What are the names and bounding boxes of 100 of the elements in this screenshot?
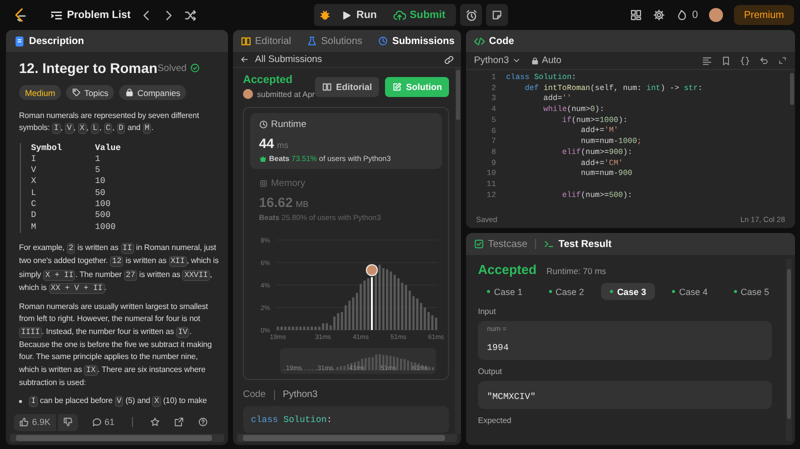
share-button[interactable] — [174, 417, 184, 427]
document-icon — [14, 36, 25, 46]
table-cell-text: 1000 — [95, 222, 117, 233]
lock-icon — [530, 56, 539, 64]
scrollbar[interactable] — [237, 434, 457, 442]
paragraph: For example, 2 is written as II in Roman numeral, just two one's added together. 12 is written as XII , which is simply X + II . The number 27 is written as XXVII , which is XX + V + II . — [19, 242, 219, 296]
editorial-button[interactable]: Editorial — [314, 76, 379, 96]
layout-icon[interactable] — [630, 9, 642, 21]
edit-icon — [392, 82, 402, 92]
result-status: Accepted — [478, 262, 537, 277]
case-tab[interactable]: Case 3 — [601, 283, 656, 300]
language-dropdown[interactable]: Python3 — [474, 55, 521, 66]
metric-unit: MB — [296, 199, 309, 209]
metric-label: Memory — [271, 178, 306, 189]
book-icon — [322, 82, 332, 92]
chevron-down-icon — [512, 56, 521, 65]
table-cell-text: M — [31, 222, 38, 233]
settings-icon[interactable] — [653, 9, 666, 21]
flask-icon — [307, 36, 318, 46]
list-item: I can be placed before V (5) and X (10) to make — [29, 395, 207, 409]
panel-tab[interactable]: Testcase — [474, 238, 528, 250]
expand-icon[interactable] — [778, 56, 787, 64]
histogram-bar — [435, 318, 438, 330]
timer-button[interactable] — [460, 4, 482, 26]
panel-tab[interactable]: Submissions — [378, 36, 455, 46]
back-arrow-icon — [240, 55, 249, 64]
case-tab[interactable]: Case 5 — [724, 283, 778, 300]
shuffle-button[interactable] — [184, 8, 197, 22]
panel-tab[interactable]: Solutions — [307, 36, 362, 46]
undo-icon[interactable] — [759, 56, 769, 66]
notes-button[interactable] — [486, 4, 508, 26]
link-icon[interactable] — [444, 54, 454, 64]
companies-tag[interactable]: Companies — [119, 85, 186, 100]
avatar — [243, 89, 253, 99]
value-box: "MCMXCIV" — [478, 381, 772, 409]
problem-title: 12. Integer to Roman — [19, 60, 158, 76]
table-cell-text: I — [31, 154, 38, 166]
code-icon — [474, 36, 485, 46]
bookmark-icon[interactable] — [721, 56, 731, 66]
panel-tab[interactable]: Editorial — [241, 36, 292, 46]
avatar[interactable] — [709, 8, 723, 22]
tag-icon — [72, 88, 82, 97]
case-tab[interactable]: Case 4 — [663, 283, 717, 300]
thumbs-up-icon — [19, 417, 29, 427]
section-label: Input — [478, 307, 497, 316]
run-button[interactable]: Run — [334, 9, 384, 21]
scrollbar[interactable] — [10, 434, 224, 442]
comment-icon — [92, 417, 102, 427]
help-icon — [198, 417, 208, 427]
metric-value: 16.62 — [259, 195, 293, 210]
section-label: Output — [478, 367, 504, 376]
streak-counter[interactable]: 0 — [676, 9, 698, 21]
code-tab[interactable]: Code — [474, 36, 514, 46]
thumbs-down-icon — [62, 417, 73, 427]
metric-value: 44 — [259, 136, 274, 151]
external-link-icon — [174, 417, 184, 427]
paragraph: Roman numerals are usually written largest to smallest from left to right. However, the numeral for four is not IIII . Instead, the number four is written as IV . Because the one is before the five we subtract it making four. The same principle applies to the number nine, which is written as IX . There are six instances where subtraction is used: — [19, 301, 213, 389]
braces-icon[interactable] — [740, 56, 750, 66]
solved-status: Solved — [157, 62, 219, 74]
beats-badge-icon — [259, 154, 267, 162]
table-cell-text: 100 — [95, 199, 112, 210]
bullet-icon — [19, 400, 22, 404]
paragraph: Roman numerals are represented by seven different symbols: I , V , X , L , C , D and M . — [19, 110, 200, 136]
difficulty-tag[interactable]: Medium — [19, 85, 62, 100]
scrollbar[interactable] — [455, 68, 461, 434]
table-cell-text: 1 — [95, 154, 102, 166]
shuffle-icon — [184, 8, 197, 22]
language-label: Python3 — [282, 389, 318, 400]
panel-tab[interactable]: Test Result — [544, 238, 612, 250]
table-cell-text: 500 — [95, 210, 112, 222]
scrollbar[interactable] — [786, 259, 792, 441]
section-label: Expected — [478, 416, 512, 425]
submission-time: submitted at Apr — [257, 90, 315, 98]
table-cell-text: C — [31, 199, 38, 210]
table-header: Symbol — [31, 142, 63, 154]
histogram-bar — [276, 326, 279, 330]
list-icon — [50, 8, 63, 22]
note-icon — [491, 9, 504, 21]
premium-button[interactable]: Premium — [734, 5, 794, 25]
problem-list-button[interactable]: Problem List — [50, 8, 131, 22]
avatar-icon — [366, 264, 378, 276]
checkbox-icon — [474, 239, 484, 249]
terminal-icon — [544, 239, 554, 249]
submit-button[interactable]: Submit — [386, 8, 452, 22]
code-label: Code — [243, 389, 266, 400]
runtime-text: Runtime: 70 ms — [546, 266, 606, 276]
book-icon — [241, 36, 251, 46]
debug-button[interactable] — [319, 9, 332, 21]
format-icon[interactable] — [702, 56, 712, 66]
table-cell-text: D — [31, 210, 38, 222]
topics-tag[interactable]: Topics — [66, 85, 114, 100]
auto-mode-button[interactable]: Auto — [530, 55, 562, 66]
submission-status: Accepted — [243, 74, 294, 86]
check-circle-icon — [190, 63, 200, 73]
comments-button[interactable]: 61 — [86, 417, 120, 427]
case-tab[interactable]: Case 1 — [478, 283, 532, 300]
description-tab[interactable]: Description — [14, 36, 84, 46]
code-line: class Solution: — [251, 415, 332, 425]
all-submissions-link[interactable]: All Submissions — [240, 54, 322, 65]
case-tab[interactable]: Case 2 — [540, 283, 594, 300]
